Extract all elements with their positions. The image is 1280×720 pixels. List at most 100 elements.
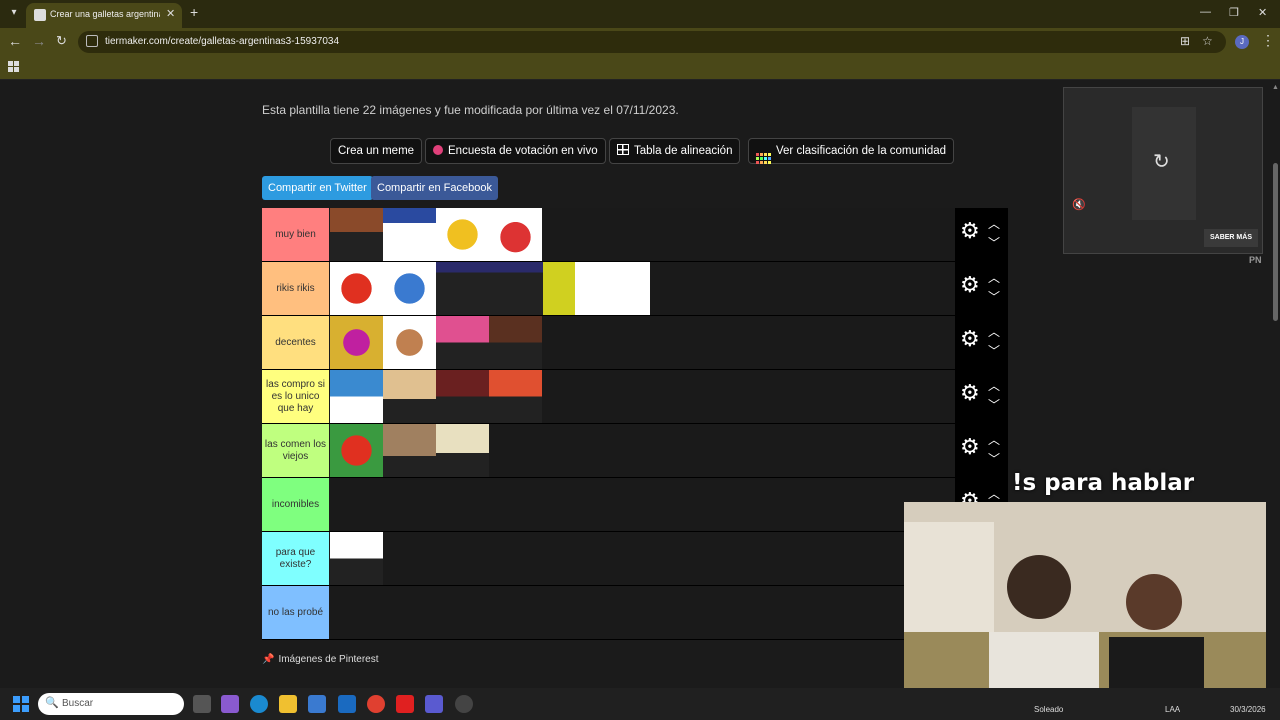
profile-avatar[interactable]: J: [1235, 35, 1249, 49]
taskbar-search[interactable]: 🔍 Buscar: [38, 693, 184, 715]
site-info-icon[interactable]: [86, 35, 98, 47]
gear-icon[interactable]: ⚙: [960, 382, 980, 404]
restore-icon[interactable]: ❐: [1229, 6, 1239, 19]
cookie-image[interactable]: [436, 262, 543, 315]
search-icon: 🔍: [45, 697, 59, 709]
clock-date[interactable]: 30/3/2026: [1230, 705, 1266, 714]
edge-icon[interactable]: [250, 695, 268, 713]
language-indicator[interactable]: LAA: [1165, 705, 1180, 714]
file-explorer-icon[interactable]: [279, 695, 297, 713]
tab-title: Crear una galletas argentinas3: [50, 9, 160, 19]
gear-icon[interactable]: ⚙: [960, 436, 980, 458]
page-scrollbar[interactable]: ▲: [1271, 80, 1280, 688]
chevron-up-icon[interactable]: ︿: [988, 380, 1000, 392]
tier-controls: ⚙ ︿ ﹀: [955, 370, 1008, 424]
forward-icon[interactable]: →: [32, 33, 46, 49]
cookie-image[interactable]: [383, 262, 436, 315]
cookie-image[interactable]: [330, 262, 383, 315]
chevron-down-icon[interactable]: ﹀: [988, 291, 1000, 303]
tier-label[interactable]: las compro si es lo unico que hay: [262, 370, 329, 423]
weather-label[interactable]: Soleado: [1034, 705, 1063, 714]
apps-icon[interactable]: [8, 61, 19, 72]
gear-icon[interactable]: ⚙: [960, 328, 980, 350]
cookie-image[interactable]: [543, 262, 650, 315]
cookie-image[interactable]: [436, 424, 489, 477]
chevron-up-icon[interactable]: ︿: [988, 488, 1000, 500]
tier-label[interactable]: rikis rikis: [262, 262, 329, 315]
ad-corner-label: PN: [1249, 255, 1262, 265]
alignment-chart-button[interactable]: Tabla de alineación: [609, 138, 741, 164]
tab-close-icon[interactable]: ✕: [166, 7, 175, 20]
chrome-icon[interactable]: [367, 695, 385, 713]
cookie-image[interactable]: [436, 370, 489, 423]
scroll-up-icon[interactable]: ▲: [1272, 84, 1279, 91]
cookie-image[interactable]: [330, 316, 383, 369]
outlook-icon[interactable]: [338, 695, 356, 713]
cookie-image[interactable]: [330, 532, 383, 585]
cookie-image[interactable]: [489, 370, 542, 423]
reload-icon[interactable]: ↻: [56, 33, 67, 49]
cookie-image[interactable]: [383, 424, 436, 477]
gear-icon[interactable]: ⚙: [960, 274, 980, 296]
tab-search-icon[interactable]: ▾: [6, 5, 22, 21]
new-tab-icon[interactable]: +: [190, 4, 198, 20]
cookie-image[interactable]: [330, 370, 383, 423]
chevron-down-icon[interactable]: ﹀: [988, 237, 1000, 249]
bookmarks-bar: [0, 56, 1280, 80]
ad-cta-button[interactable]: SABER MÁS: [1204, 229, 1258, 247]
menu-icon[interactable]: ⋮: [1261, 32, 1275, 49]
cookie-image[interactable]: [383, 316, 436, 369]
address-bar[interactable]: tiermaker.com/create/galletas-argentinas…: [78, 31, 1226, 53]
cookie-image[interactable]: [489, 316, 542, 369]
replay-icon[interactable]: ↻: [1153, 149, 1170, 174]
chevron-down-icon[interactable]: ﹀: [988, 453, 1000, 465]
chevron-down-icon[interactable]: ﹀: [988, 399, 1000, 411]
tier-label[interactable]: no las probé: [262, 586, 329, 639]
cookie-image[interactable]: [436, 208, 489, 261]
browser-tab[interactable]: Crear una galletas argentinas3 ✕: [26, 3, 182, 28]
cookie-image[interactable]: [330, 424, 383, 477]
tier-label[interactable]: para que existe?: [262, 532, 329, 585]
windows-start-icon[interactable]: [13, 696, 29, 712]
scroll-thumb[interactable]: [1273, 163, 1278, 321]
cookie-image[interactable]: [383, 370, 436, 423]
tier-row: para que existe?: [262, 532, 1008, 586]
back-icon[interactable]: ←: [8, 33, 22, 49]
copilot-icon[interactable]: [221, 695, 239, 713]
gear-icon[interactable]: ⚙: [960, 220, 980, 242]
share-facebook-button[interactable]: Compartir en Facebook: [371, 176, 498, 200]
tier-label[interactable]: incomibles: [262, 478, 329, 531]
create-meme-button[interactable]: Crea un meme: [330, 138, 423, 164]
chevron-up-icon[interactable]: ︿: [988, 434, 1000, 446]
live-poll-button[interactable]: Encuesta de votación en vivo: [425, 138, 606, 164]
tier-label[interactable]: muy bien: [262, 208, 329, 261]
chevron-up-icon[interactable]: ︿: [988, 272, 1000, 284]
ad-video-thumbnail[interactable]: ↻: [1132, 107, 1196, 220]
window-close-icon[interactable]: ✕: [1258, 6, 1267, 19]
youtube-icon[interactable]: [396, 695, 414, 713]
chevron-down-icon[interactable]: ﹀: [988, 345, 1000, 357]
tier-label[interactable]: las comen los viejos: [262, 424, 329, 477]
tier-row: rikis rikis ⚙ ︿ ﹀: [262, 262, 1008, 316]
mute-icon[interactable]: 🔇: [1072, 198, 1086, 211]
share-twitter-button[interactable]: Compartir en Twitter: [262, 176, 373, 200]
cookie-image[interactable]: [489, 208, 542, 261]
app-icon[interactable]: [455, 695, 473, 713]
bookmark-star-icon[interactable]: ☆: [1202, 34, 1213, 48]
minimize-icon[interactable]: —: [1200, 6, 1211, 18]
video-ad[interactable]: ↻ 🔇 SABER MÁS: [1063, 87, 1263, 254]
task-view-icon[interactable]: [193, 695, 211, 713]
translate-icon[interactable]: ⊞: [1180, 34, 1190, 48]
chevron-up-icon[interactable]: ︿: [988, 218, 1000, 230]
cookie-image[interactable]: [383, 208, 436, 261]
template-description: Esta plantilla tiene 22 imágenes y fue m…: [262, 103, 679, 117]
cookie-image[interactable]: [436, 316, 489, 369]
pinterest-link[interactable]: 📌 Imágenes de Pinterest: [262, 654, 379, 665]
community-rank-button[interactable]: Ver clasificación de la comunidad: [748, 138, 955, 164]
teams-icon[interactable]: [425, 695, 443, 713]
tier-label[interactable]: decentes: [262, 316, 329, 369]
chevron-up-icon[interactable]: ︿: [988, 326, 1000, 338]
cookie-image[interactable]: [330, 208, 383, 261]
store-icon[interactable]: [308, 695, 326, 713]
url-text[interactable]: tiermaker.com/create/galletas-argentinas…: [105, 36, 339, 47]
